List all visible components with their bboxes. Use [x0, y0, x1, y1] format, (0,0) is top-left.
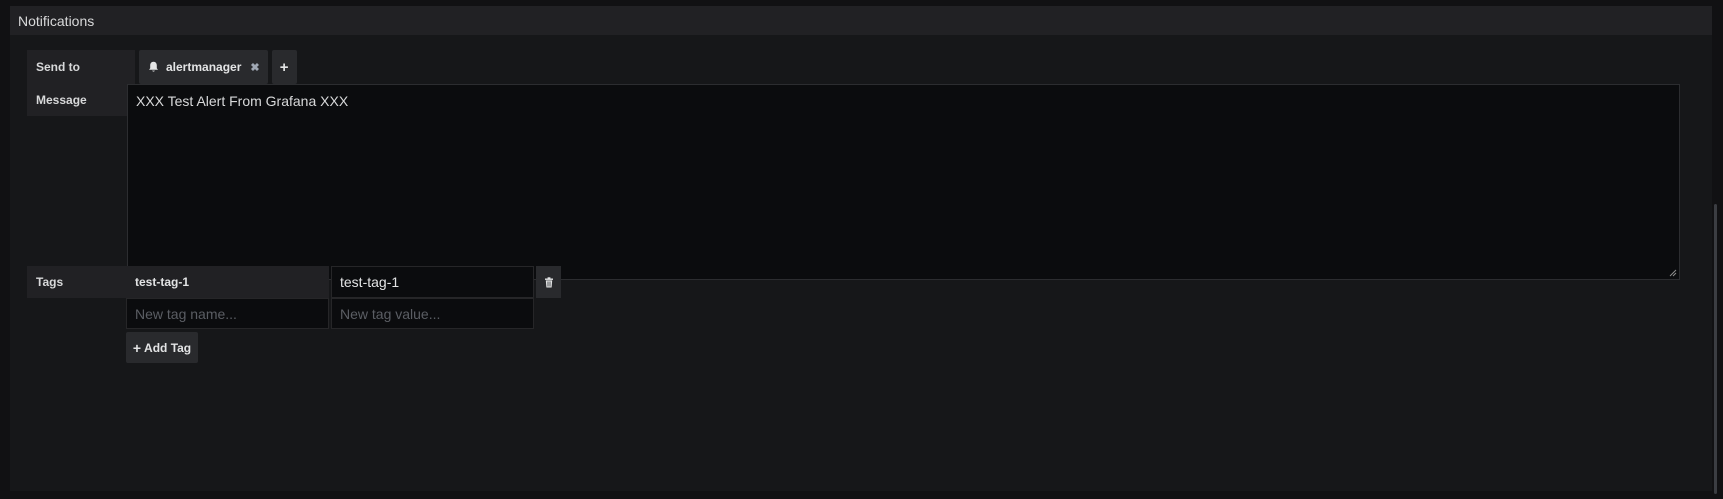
add-tag-label: Add Tag — [144, 340, 192, 355]
send-to-row: Send to alertmanager ✖ + — [27, 50, 297, 84]
message-row: Message XXX Test Alert From Grafana XXX — [27, 84, 1680, 280]
new-tag-row — [126, 298, 536, 329]
remove-channel-icon[interactable]: ✖ — [250, 61, 259, 74]
add-tag-button[interactable]: + Add Tag — [126, 332, 198, 363]
add-tag-row: + Add Tag — [126, 332, 198, 363]
vertical-scrollbar[interactable] — [1714, 204, 1717, 494]
bell-icon — [148, 61, 159, 73]
message-text: XXX Test Alert From Grafana XXX — [136, 93, 349, 109]
channel-chip-alertmanager[interactable]: alertmanager ✖ — [139, 50, 268, 84]
channel-name: alertmanager — [166, 60, 242, 74]
tag-name-field[interactable]: test-tag-1 — [126, 266, 329, 298]
tag-value-field[interactable]: test-tag-1 — [331, 266, 534, 298]
message-textarea[interactable]: XXX Test Alert From Grafana XXX — [127, 84, 1680, 280]
delete-tag-button[interactable] — [536, 266, 561, 298]
message-label: Message — [27, 84, 135, 116]
add-channel-button[interactable]: + — [271, 50, 297, 84]
tags-row: Tags test-tag-1 test-tag-1 — [27, 266, 561, 298]
trash-icon — [544, 276, 553, 287]
new-tag-name-input[interactable] — [126, 298, 329, 329]
resize-handle-icon[interactable] — [1669, 269, 1677, 277]
plus-icon: + — [132, 339, 142, 356]
send-to-label: Send to — [27, 50, 135, 84]
panel-header: Notifications — [10, 6, 1712, 35]
tags-label: Tags — [27, 266, 135, 298]
new-tag-value-input[interactable] — [331, 298, 534, 329]
panel-title: Notifications — [18, 12, 95, 29]
